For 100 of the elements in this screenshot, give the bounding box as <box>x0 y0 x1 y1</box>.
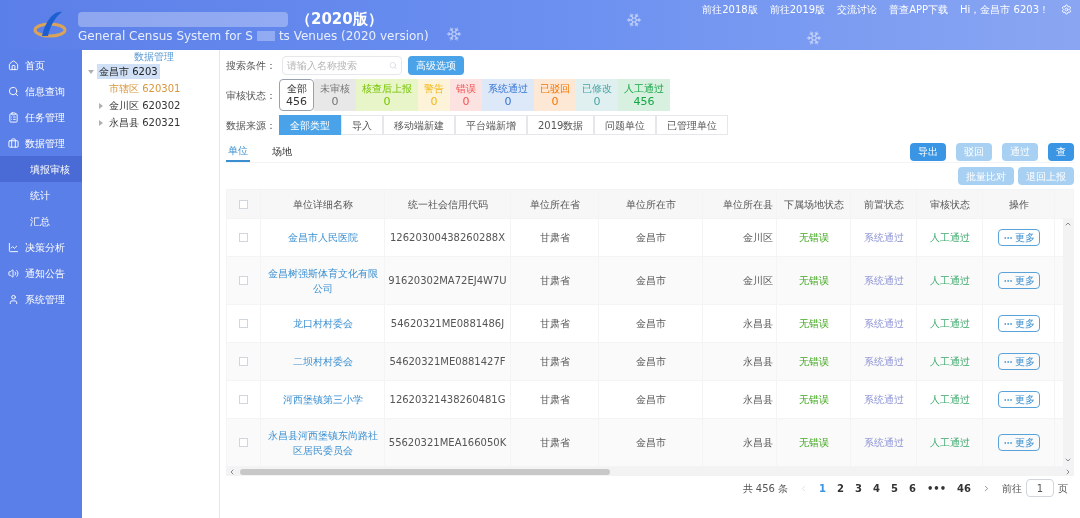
search-field[interactable]: 请输入名称搜索 <box>282 55 402 75</box>
source-tab[interactable]: 已管理单位 <box>656 115 729 135</box>
row-checkbox[interactable] <box>239 276 248 285</box>
page-number[interactable]: 2 <box>837 480 844 496</box>
page-number[interactable]: 3 <box>855 480 862 496</box>
status-text: 人工通过 <box>929 317 970 331</box>
header-checkbox[interactable] <box>239 199 248 209</box>
scroll-left-icon[interactable] <box>228 467 236 476</box>
status-filter[interactable]: 未审核 0 <box>314 79 356 111</box>
more-button[interactable]: 更多 <box>997 353 1040 370</box>
sidebar-subitem[interactable]: 填报审核 <box>0 156 82 182</box>
app-subtitle: General Census System for S <box>78 28 253 44</box>
row-checkbox[interactable] <box>239 233 248 242</box>
row-checkbox[interactable] <box>239 438 248 447</box>
content-tab[interactable]: 单位 <box>226 141 250 162</box>
more-button[interactable]: 更多 <box>997 315 1040 332</box>
status-text: 系统通过 <box>863 274 904 288</box>
header-link[interactable]: 普查APP下载 <box>889 2 949 17</box>
source-tab[interactable]: 全部类型 <box>279 115 341 135</box>
source-tab[interactable]: 移动端新建 <box>383 115 455 135</box>
sidebar-item[interactable]: 数据管理 <box>0 130 82 156</box>
sidebar-item[interactable]: 首页 <box>0 52 82 78</box>
snowflake-icon <box>806 30 822 46</box>
unit-name-link[interactable]: 金昌市人民医院 <box>287 230 358 245</box>
status-text: 系统通过 <box>863 436 904 450</box>
scroll-right-icon[interactable] <box>1064 467 1072 476</box>
table-cell-text: 甘肃省 <box>539 355 570 369</box>
row-checkbox[interactable] <box>239 357 248 366</box>
status-text: 系统通过 <box>863 317 904 331</box>
page-number[interactable]: 6 <box>908 480 916 496</box>
vertical-scrollbar[interactable] <box>1063 218 1073 466</box>
scroll-up-icon[interactable] <box>1064 220 1072 228</box>
column-header: 下属场地状态 <box>783 197 844 212</box>
source-tab[interactable]: 2019数据 <box>527 115 595 135</box>
status-filter[interactable]: 核查后上报 0 <box>356 79 418 111</box>
page-number[interactable]: 1 <box>819 480 827 496</box>
advanced-options-button[interactable]: 高级选项 <box>408 55 464 75</box>
caret-icon[interactable] <box>88 68 94 75</box>
status-text: 系统通过 <box>863 393 904 407</box>
source-tab[interactable]: 导入 <box>341 115 383 135</box>
status-filter[interactable]: 错误 0 <box>450 79 482 111</box>
tree-node[interactable]: 永昌县 620321 <box>107 115 183 130</box>
row-checkbox[interactable] <box>239 395 248 404</box>
table-cell-text: 永昌县 <box>743 393 773 407</box>
tree-node[interactable]: 金川区 620302 <box>107 98 183 113</box>
sidebar-item[interactable]: 决策分析 <box>0 234 82 260</box>
sidebar-subitem[interactable]: 统计 <box>0 182 82 208</box>
unit-name-link[interactable]: 龙口村村委会 <box>292 316 353 331</box>
page-number[interactable]: 4 <box>873 480 880 496</box>
status-filter[interactable]: 已驳回 0 <box>534 79 576 111</box>
action-button[interactable]: 查 <box>1048 142 1074 161</box>
page-number[interactable]: ••• <box>926 480 947 496</box>
status-text: 系统通过 <box>863 231 904 245</box>
app-subtitle: ts Venues (2020 version) <box>278 28 429 44</box>
horizontal-scrollbar[interactable] <box>226 467 1074 476</box>
status-filter[interactable]: 人工通过 456 <box>618 79 670 111</box>
more-button[interactable]: 更多 <box>997 229 1040 246</box>
content-tab[interactable]: 场地 <box>270 141 294 162</box>
sidebar-subitem[interactable]: 汇总 <box>0 208 82 234</box>
action-button[interactable]: 导出 <box>910 142 946 161</box>
unit-name-link[interactable]: 二坝村村委会 <box>292 354 353 369</box>
header-link[interactable]: 前往2018版 <box>702 2 758 17</box>
unit-name-link[interactable]: 金昌树强斯体育文化有限公司 <box>264 265 381 296</box>
table-cell-text: 甘肃省 <box>539 393 570 407</box>
status-filter[interactable]: 已修改 0 <box>576 79 618 111</box>
blurred-text <box>256 31 275 41</box>
caret-icon[interactable] <box>98 102 104 109</box>
page-number[interactable]: 5 <box>890 480 898 496</box>
more-button[interactable]: 更多 <box>997 272 1040 289</box>
more-button[interactable]: 更多 <box>997 391 1040 408</box>
menu-icon <box>8 59 19 71</box>
unit-name-link[interactable]: 河西堡镇第三小学 <box>282 392 363 407</box>
settings-icon[interactable] <box>1061 4 1072 15</box>
tree-node[interactable]: 市辖区 620301 <box>107 81 183 96</box>
table-cell-text: 金昌市 <box>635 355 666 369</box>
menu-icon <box>8 111 19 123</box>
next-page-icon[interactable] <box>982 483 991 493</box>
sidebar-item[interactable]: 系统管理 <box>0 286 82 312</box>
sidebar-item[interactable]: 通知公告 <box>0 260 82 286</box>
table-cell-text: 甘肃省 <box>539 231 570 245</box>
page-input[interactable]: 1 <box>1026 479 1054 497</box>
status-filter[interactable]: 系统通过 0 <box>482 79 534 111</box>
column-header: 单位所在市 <box>625 197 676 212</box>
source-tab[interactable]: 平台端新增 <box>455 115 527 135</box>
unit-name-link[interactable]: 永昌县河西堡镇东尚路社区居民委员会 <box>264 427 381 458</box>
more-button[interactable]: 更多 <box>997 434 1040 451</box>
snowflake-icon <box>446 26 462 42</box>
row-checkbox[interactable] <box>239 319 248 328</box>
field-label: 审核状态： <box>226 88 276 103</box>
tree-node[interactable]: 金昌市 6203 <box>97 64 160 79</box>
source-tab[interactable]: 问题单位 <box>594 115 657 135</box>
scroll-down-icon[interactable] <box>1064 456 1072 464</box>
search-icon <box>388 60 397 70</box>
sidebar-item[interactable]: 任务管理 <box>0 104 82 130</box>
status-filter[interactable]: 全部 456 <box>279 79 314 111</box>
header-link[interactable]: 交流讨论 <box>837 2 878 17</box>
caret-icon[interactable] <box>98 119 104 126</box>
sidebar-item[interactable]: 信息查询 <box>0 78 82 104</box>
header-link[interactable]: 前往2019版 <box>769 2 826 17</box>
page-number[interactable]: 46 <box>957 480 971 496</box>
